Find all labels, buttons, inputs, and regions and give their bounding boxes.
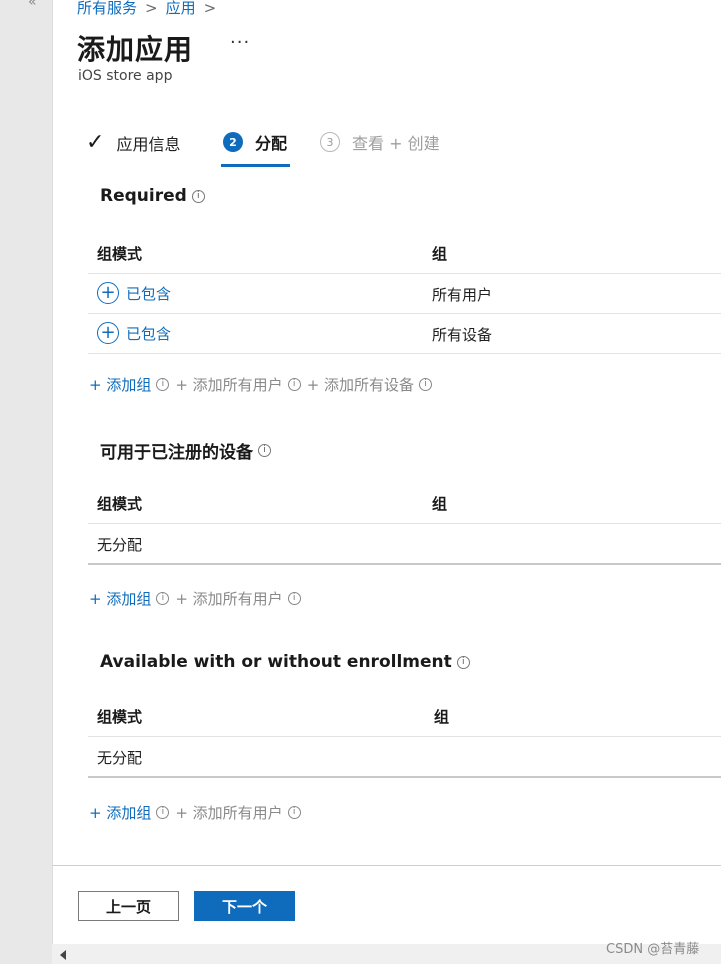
info-icon[interactable]: i bbox=[156, 592, 170, 605]
section-title-enrolled-devices: 可用于已注册的设备 i bbox=[100, 438, 271, 463]
section-title-text: Available with or without enrollment bbox=[100, 652, 452, 672]
step-label: 分配 bbox=[255, 134, 288, 153]
table-row[interactable]: + 已包含 所有设备 bbox=[88, 314, 721, 354]
info-icon[interactable]: i bbox=[156, 378, 170, 391]
column-header-group-mode: 组模式 bbox=[97, 708, 143, 726]
next-button[interactable]: 下一个 bbox=[194, 891, 295, 921]
available-actions: + 添加组 i + 添加所有用户 i bbox=[89, 802, 301, 823]
main-content: 所有服务 > 应用 > 添加应用 ··· iOS store app ✓ 应用信息 2… bbox=[52, 0, 721, 964]
column-header-group: 组 bbox=[434, 708, 450, 726]
page-title: 添加应用 bbox=[77, 33, 194, 66]
info-icon[interactable]: i bbox=[287, 592, 301, 605]
left-nav-rail: « bbox=[0, 0, 53, 964]
breadcrumb-separator-icon: > bbox=[203, 0, 217, 17]
section-title-text: 可用于已注册的设备 bbox=[100, 443, 253, 463]
step-label: 应用信息 bbox=[116, 134, 181, 154]
section-title-available: Available with or without enrollment i bbox=[100, 652, 470, 672]
table-header: 组模式 组 bbox=[88, 229, 721, 274]
table-row: 无分配 bbox=[88, 737, 721, 778]
group-cell: 所有用户 bbox=[432, 286, 493, 304]
column-header-group: 组 bbox=[432, 245, 448, 263]
collapse-icon[interactable]: « bbox=[28, 0, 36, 10]
add-group-link[interactable]: + 添加组 bbox=[89, 374, 151, 395]
add-group-link[interactable]: + 添加组 bbox=[89, 802, 151, 823]
group-mode-cell: + 已包含 bbox=[97, 322, 171, 344]
column-header-group-mode: 组模式 bbox=[97, 495, 143, 513]
step-review-create[interactable]: 3 查看 + 创建 bbox=[320, 130, 440, 154]
more-options-icon[interactable]: ··· bbox=[230, 32, 250, 53]
step-number-badge: 3 bbox=[320, 132, 340, 152]
info-icon[interactable]: i bbox=[287, 378, 301, 391]
no-assignment-text: 无分配 bbox=[97, 749, 143, 767]
info-icon[interactable]: i bbox=[419, 378, 433, 391]
required-actions: + 添加组 i + 添加所有用户 i + 添加所有设备 i bbox=[89, 374, 433, 395]
step-number-badge: 2 bbox=[223, 132, 243, 152]
step-label: 查看 + 创建 bbox=[352, 134, 440, 153]
active-step-indicator bbox=[221, 164, 290, 167]
section-title-required: Required i bbox=[100, 186, 205, 206]
step-assignments[interactable]: 2 分配 bbox=[223, 130, 287, 154]
footer-divider bbox=[52, 865, 721, 866]
group-mode-cell: + 已包含 bbox=[97, 282, 171, 304]
column-header-group-mode: 组模式 bbox=[97, 245, 143, 263]
step-app-info[interactable]: ✓ 应用信息 bbox=[86, 130, 180, 155]
table-header: 组模式 组 bbox=[88, 692, 721, 737]
add-all-users-link[interactable]: + 添加所有用户 bbox=[175, 374, 282, 395]
breadcrumb-apps[interactable]: 应用 bbox=[166, 0, 196, 17]
add-all-users-link[interactable]: + 添加所有用户 bbox=[175, 588, 282, 609]
wizard-steps: ✓ 应用信息 2 分配 3 查看 + 创建 bbox=[86, 130, 686, 170]
info-icon[interactable]: i bbox=[287, 806, 301, 819]
breadcrumb-all-services[interactable]: 所有服务 bbox=[77, 0, 137, 17]
add-group-link[interactable]: + 添加组 bbox=[89, 588, 151, 609]
info-icon[interactable]: i bbox=[456, 655, 470, 669]
add-all-devices-link[interactable]: + 添加所有设备 bbox=[307, 374, 414, 395]
plus-circle-icon: + bbox=[97, 322, 119, 344]
no-assignment-text: 无分配 bbox=[97, 536, 143, 554]
info-icon[interactable]: i bbox=[156, 806, 170, 819]
previous-button[interactable]: 上一页 bbox=[78, 891, 179, 921]
scroll-left-icon[interactable] bbox=[60, 950, 66, 960]
breadcrumb: 所有服务 > 应用 > bbox=[77, 0, 224, 18]
required-assignments-table: 组模式 组 + 已包含 所有用户 + 已包含 所有设备 bbox=[88, 229, 721, 354]
table-header: 组模式 组 bbox=[88, 479, 721, 524]
available-assignments-table: 组模式 组 无分配 bbox=[88, 692, 721, 778]
enrolled-actions: + 添加组 i + 添加所有用户 i bbox=[89, 588, 301, 609]
info-icon[interactable]: i bbox=[191, 189, 205, 203]
group-mode-link[interactable]: 已包含 bbox=[126, 283, 171, 304]
table-row[interactable]: + 已包含 所有用户 bbox=[88, 274, 721, 314]
add-all-users-link[interactable]: + 添加所有用户 bbox=[175, 802, 282, 823]
enrolled-assignments-table: 组模式 组 无分配 bbox=[88, 479, 721, 565]
page-subtitle: iOS store app bbox=[78, 68, 173, 84]
table-row: 无分配 bbox=[88, 524, 721, 565]
info-icon[interactable]: i bbox=[258, 444, 271, 457]
column-header-group: 组 bbox=[432, 495, 448, 513]
checkmark-icon: ✓ bbox=[86, 130, 105, 155]
section-title-text: Required bbox=[100, 186, 187, 206]
watermark: CSDN @苔青藤 bbox=[606, 942, 700, 957]
breadcrumb-separator-icon: > bbox=[145, 0, 158, 17]
group-cell: 所有设备 bbox=[432, 326, 493, 344]
group-mode-link[interactable]: 已包含 bbox=[126, 323, 171, 344]
plus-circle-icon: + bbox=[97, 282, 119, 304]
